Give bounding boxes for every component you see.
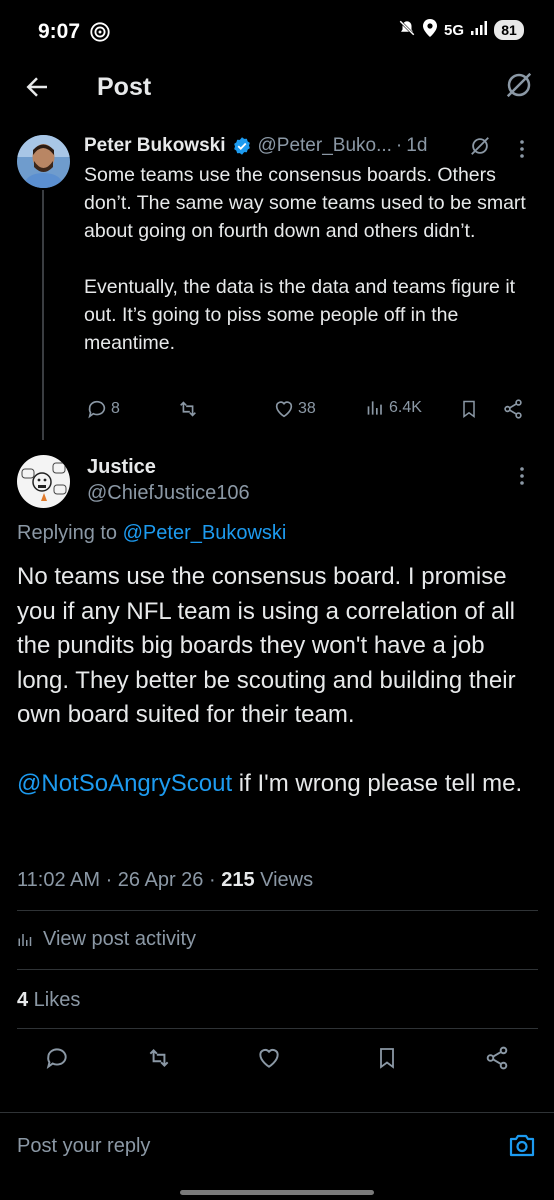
post-paragraph: Eventually, the data is the data and tea… <box>84 276 516 354</box>
likes-label: Likes <box>28 989 81 1011</box>
replying-prefix: Replying to <box>17 522 123 544</box>
separator-dot: · <box>395 135 403 156</box>
views-icon <box>18 933 32 946</box>
bookmark-icon[interactable] <box>375 1045 399 1076</box>
network-label: 5G <box>443 21 464 39</box>
status-time: 9:07 <box>38 20 81 43</box>
verified-badge-icon <box>232 136 252 156</box>
divider <box>17 910 538 911</box>
grok-icon[interactable] <box>469 135 491 162</box>
view-count: 6.4K <box>389 399 422 416</box>
like-count: 38 <box>298 400 316 417</box>
bookmark-button[interactable] <box>459 398 479 420</box>
location-icon <box>422 19 437 41</box>
post-time: 1d <box>406 135 428 156</box>
share-button[interactable] <box>502 398 524 420</box>
like-button[interactable]: 38 <box>273 398 316 420</box>
home-indicator[interactable] <box>180 1190 374 1195</box>
reply-composer <box>0 1112 554 1182</box>
status-bar: 9:07 5G 81 <box>0 0 554 62</box>
heart-icon[interactable] <box>256 1045 282 1076</box>
views-button[interactable]: 6.4K <box>366 398 422 418</box>
post-text: Some teams use the consensus boards. Oth… <box>84 161 544 385</box>
heart-icon <box>275 401 293 418</box>
views-label: Views <box>254 869 314 891</box>
avatar[interactable] <box>17 455 70 508</box>
signal-icon <box>471 21 487 39</box>
at-sign-icon <box>89 21 111 48</box>
author-handle[interactable]: @Peter_Buko... <box>258 135 392 157</box>
likes-summary[interactable]: 4 Likes <box>17 989 80 1012</box>
repost-icon <box>180 401 196 417</box>
reply-icon <box>88 400 106 419</box>
author-handle[interactable]: @ChiefJustice106 <box>87 482 250 505</box>
page-title: Post <box>97 73 152 101</box>
back-arrow-icon[interactable] <box>22 72 52 107</box>
replying-to: Replying to @Peter_Bukowski <box>17 522 286 545</box>
activity-label: View post activity <box>43 928 197 950</box>
post-header: Peter Bukowski @Peter_Buko... · 1d <box>84 135 427 157</box>
repost-button[interactable] <box>176 398 200 420</box>
reply-paragraph-text: if I'm wrong please tell me. <box>232 770 523 797</box>
mention-link[interactable]: @NotSoAngryScout <box>17 770 232 797</box>
post-meta: 11:02 AM · 26 Apr 26 · 215 Views <box>17 869 313 892</box>
divider <box>17 969 538 970</box>
reply-input[interactable] <box>17 1135 457 1158</box>
avatar[interactable] <box>17 135 70 188</box>
more-options-icon[interactable] <box>519 466 525 491</box>
grok-icon[interactable] <box>504 70 534 105</box>
author-name[interactable]: Peter Bukowski <box>84 135 226 157</box>
reply-count: 8 <box>111 400 120 417</box>
timestamp: 11:02 AM · 26 Apr 26 · <box>17 869 222 891</box>
view-post-activity-link[interactable]: View post activity <box>17 928 196 951</box>
likes-count: 4 <box>17 989 29 1011</box>
share-icon <box>504 399 522 419</box>
post-actions: 8 38 6.4K <box>0 398 554 426</box>
bookmark-icon <box>463 400 475 418</box>
reply-paragraph: @NotSoAngryScout if I'm wrong please tel… <box>17 767 542 802</box>
reply-actions <box>0 1045 554 1081</box>
camera-icon[interactable] <box>508 1132 536 1163</box>
post-paragraph: Some teams use the consensus boards. Oth… <box>84 164 526 242</box>
replying-to-link[interactable]: @Peter_Bukowski <box>123 522 287 544</box>
reply-icon[interactable] <box>44 1045 70 1076</box>
divider <box>17 1028 538 1029</box>
app-header: Post <box>0 62 554 114</box>
repost-icon[interactable] <box>145 1045 173 1076</box>
mute-icon <box>398 19 416 41</box>
share-icon[interactable] <box>484 1045 510 1076</box>
author-name[interactable]: Justice <box>87 456 156 479</box>
reply-text: No teams use the consensus board. I prom… <box>17 560 542 836</box>
view-count: 215 <box>221 869 255 891</box>
battery-indicator: 81 <box>494 20 524 40</box>
views-icon <box>367 401 382 415</box>
reply-paragraph: No teams use the consensus board. I prom… <box>17 563 516 728</box>
reply-button[interactable]: 8 <box>86 398 120 420</box>
